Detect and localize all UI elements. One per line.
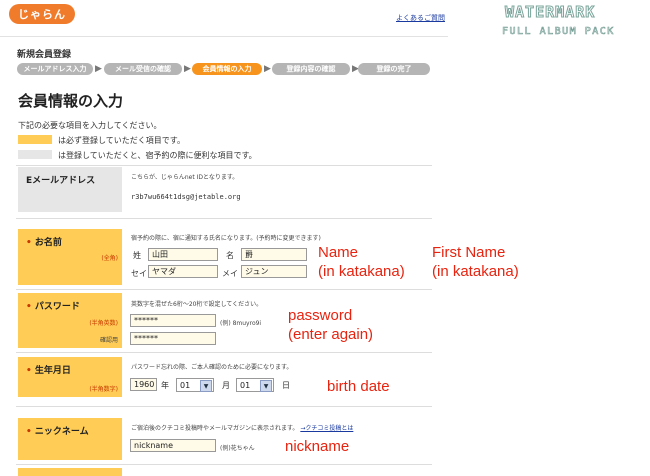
optional-swatch [18, 150, 52, 159]
month-unit: 月 [222, 381, 230, 390]
birth-year-input[interactable]: 1960 [130, 378, 157, 391]
password-confirm-label: 確認用 [99, 337, 118, 344]
step-arrow-icon: ▶ [264, 64, 271, 74]
email-label: Eメールアドレス [26, 176, 96, 186]
legend-optional-text: は登録していただくと、宿予約の際に便利な項目です。 [58, 151, 257, 160]
header-divider [0, 36, 448, 37]
last-kana-label: セイ [131, 269, 147, 278]
step-email-input: メールアドレス入力 [17, 63, 93, 75]
birth-day-value: 01 [240, 380, 251, 390]
divider [16, 289, 432, 290]
name-note: 宿予約の際に、宿に通知する氏名になります。(予約時に変更できます) [131, 235, 321, 242]
birth-day-select[interactable]: 01 ▼ [236, 378, 274, 392]
page-title: 会員情報の入力 [18, 92, 124, 110]
birth-month-select[interactable]: 01 ▼ [176, 378, 214, 392]
steps-title: 新規会員登録 [17, 50, 72, 60]
nickname-input[interactable]: nickname [130, 439, 216, 452]
password-label-cell: • パスワード (半角英数) 確認用 [18, 293, 122, 348]
birth-sub: (半角数字) [89, 386, 118, 393]
nickname-label-cell: • ニックネーム [18, 418, 122, 460]
birth-month-value: 01 [180, 380, 191, 390]
annotation-nickname: nickname [285, 438, 350, 455]
email-note: こちらが、じゃらんnet IDとなります。 [131, 174, 239, 181]
password-example: (例) 8muyro9i [220, 320, 262, 327]
review-help-link[interactable]: →クチコミ投稿とは [300, 425, 353, 432]
step-arrow-icon: ▶ [184, 64, 191, 74]
annotation-first-name: First Name (in katakana) [432, 244, 519, 280]
first-kana-input[interactable]: ジュン [241, 265, 307, 278]
divider [16, 218, 432, 219]
annotation-birth-date: birth date [327, 378, 390, 395]
step-member-info: 会員情報の入力 [192, 63, 262, 75]
year-unit: 年 [161, 381, 169, 390]
birth-label-cell: • 生年月日 (半角数字) [18, 357, 122, 397]
last-kana-input[interactable]: ヤマダ [148, 265, 218, 278]
password-input[interactable]: ****** [130, 314, 216, 327]
legend-required-text: は必ず登録していただく項目です。 [58, 136, 185, 145]
help-link[interactable]: よくあるご質問 [396, 13, 445, 23]
nickname-note: ご宿泊後のクチコミ投稿時やメールマガジンに表示されます。 →クチコミ投稿とは [131, 425, 354, 432]
birth-note: パスワード忘れの際、ご本人確認のために必要になります。 [131, 364, 293, 371]
nickname-label: • ニックネーム [26, 427, 89, 437]
email-label-cell: Eメールアドレス [18, 167, 122, 212]
password-confirm-input[interactable]: ****** [130, 332, 216, 345]
step-arrow-icon: ▶ [95, 64, 102, 74]
email-value: r3b7wu664t1dsg@jetable.org [131, 193, 241, 201]
annotation-password: password (enter again) [288, 307, 374, 343]
divider [16, 464, 432, 465]
name-label-cell: • お名前 (全角) [18, 229, 122, 285]
password-note: 英数字を混ぜた6桁〜20桁で設定してください。 [131, 301, 263, 308]
watermark-title: WATERMARK [504, 3, 596, 22]
name-sub: (全角) [101, 255, 118, 262]
first-name-input[interactable]: 爵 [241, 248, 307, 261]
last-name-input[interactable]: 山田 [148, 248, 218, 261]
chevron-down-icon: ▼ [200, 380, 212, 392]
chevron-down-icon: ▼ [260, 380, 272, 392]
step-confirm: 登録内容の確認 [272, 63, 350, 75]
divider [16, 352, 432, 353]
intro-text: 下記の必要な項目を入力してください。 [18, 121, 162, 130]
divider [16, 406, 432, 407]
day-unit: 日 [282, 381, 290, 390]
password-label: • パスワード [26, 302, 80, 312]
divider [16, 165, 432, 166]
next-row-label-cell [18, 468, 122, 476]
watermark-subtitle: FULL ALBUM PACK [502, 26, 615, 38]
nickname-example: (例)花ちゃん [220, 445, 255, 452]
step-complete: 登録の完了 [358, 63, 430, 75]
jalan-logo[interactable]: じゃらん [9, 4, 75, 24]
last-name-label: 姓 [133, 251, 141, 260]
birth-label: • 生年月日 [26, 366, 71, 376]
required-swatch [18, 135, 52, 144]
password-sub: (半角英数) [89, 320, 118, 327]
first-name-label: 名 [226, 251, 234, 260]
first-kana-label: メイ [222, 269, 238, 278]
step-mail-check: メール受信の確認 [104, 63, 182, 75]
name-label: • お名前 [26, 238, 62, 248]
annotation-name: Name (in katakana) [318, 244, 405, 280]
